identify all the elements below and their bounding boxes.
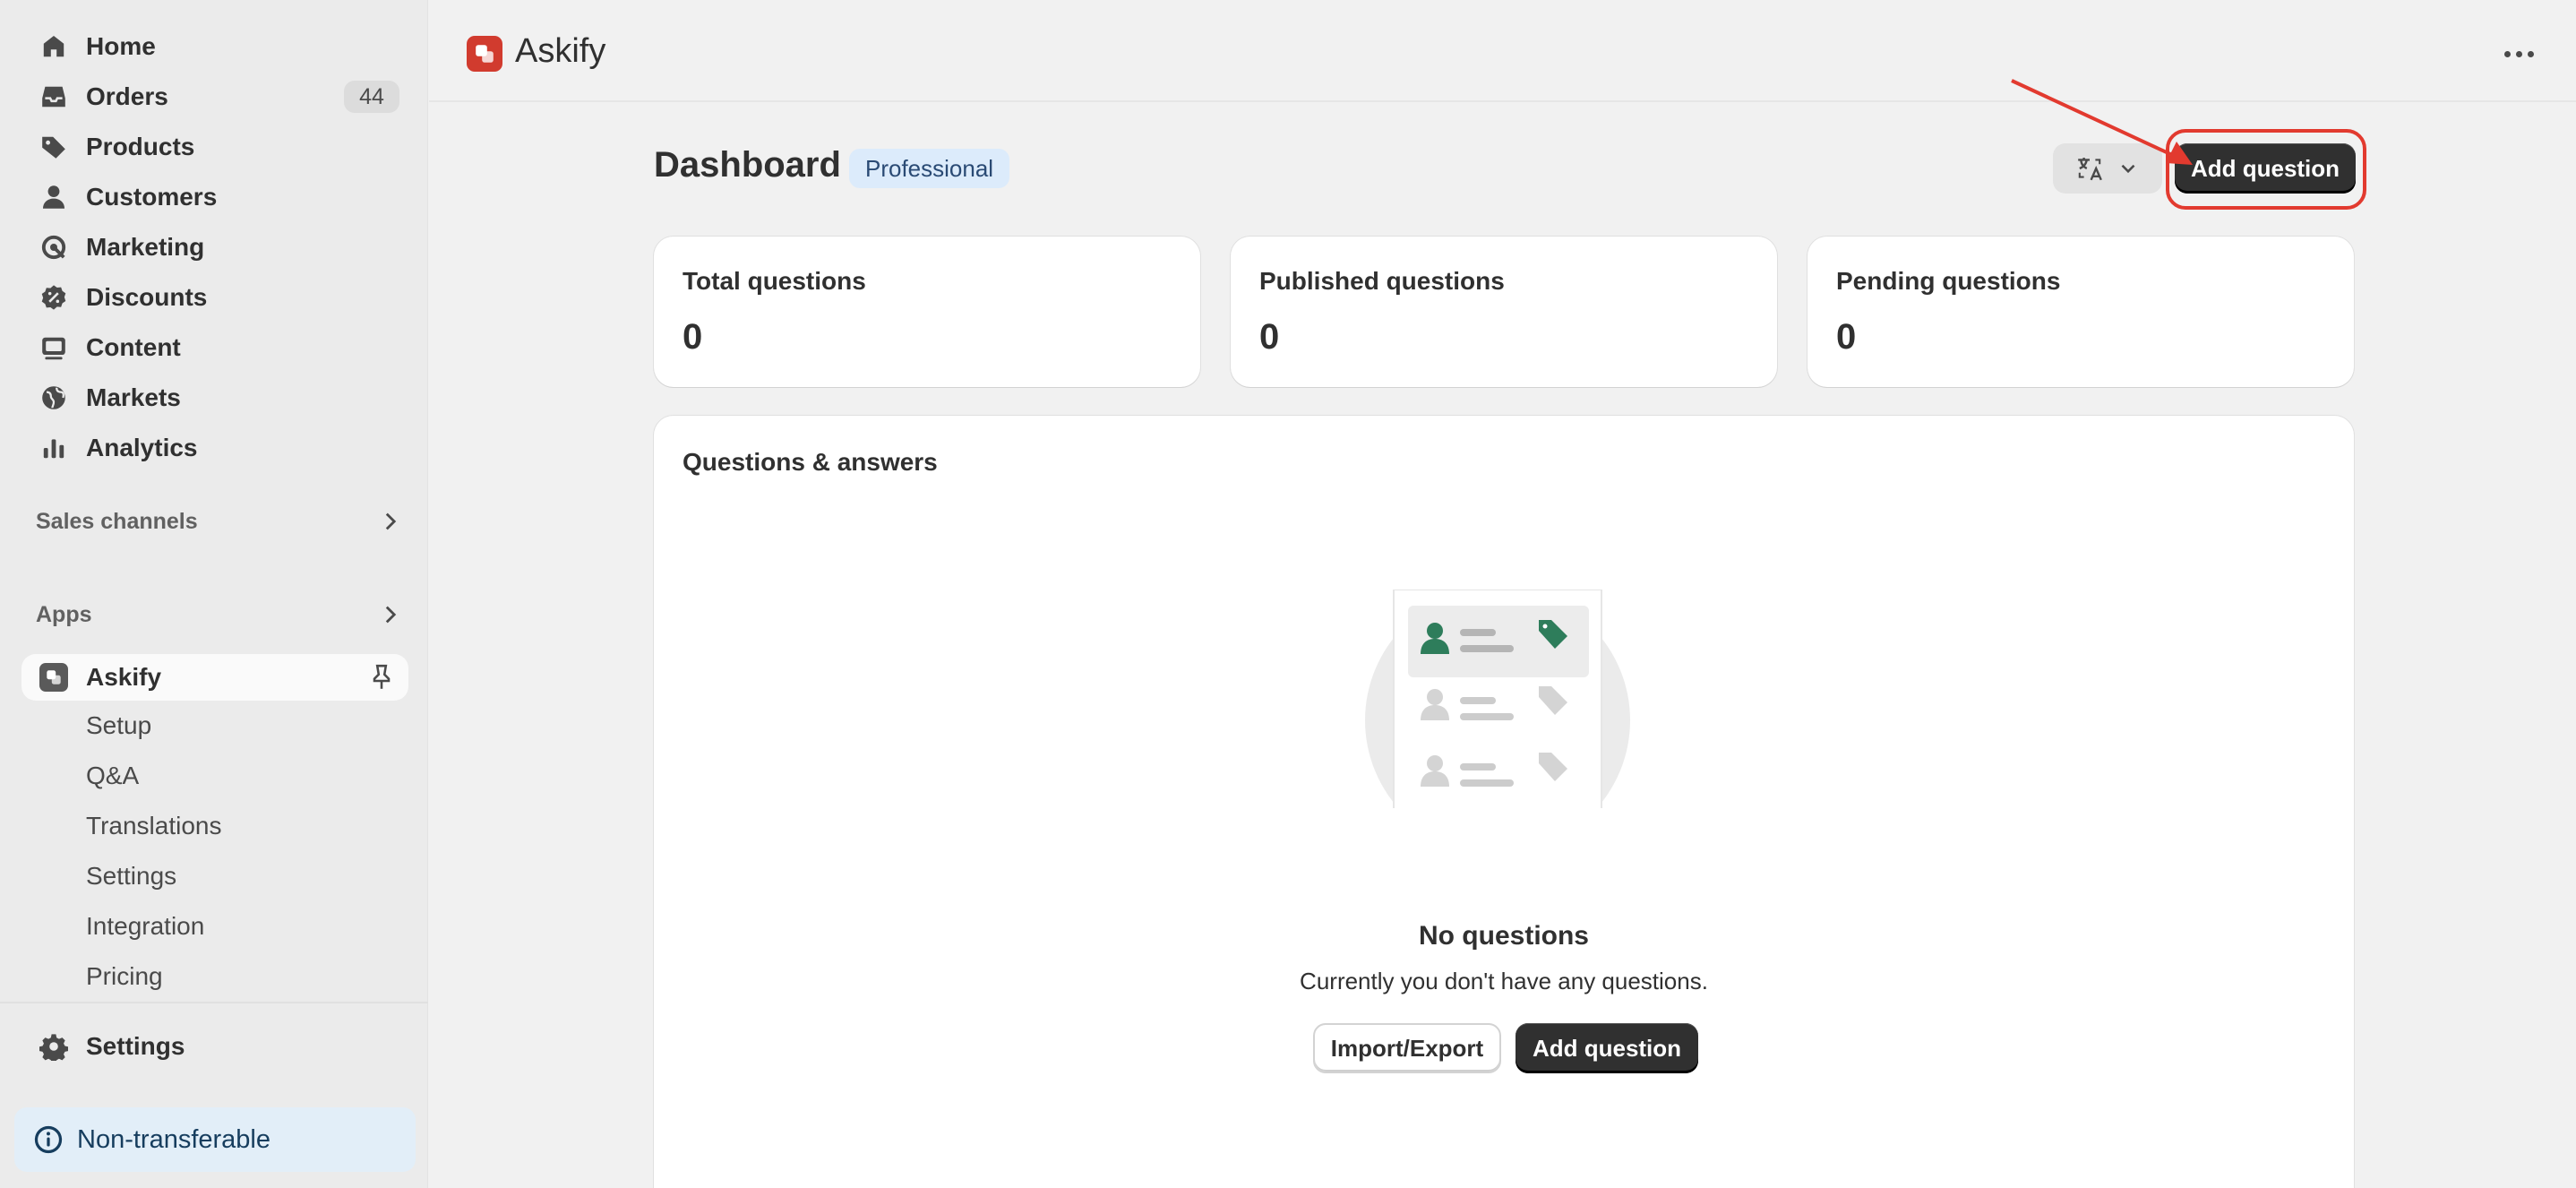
- person-icon: [32, 176, 75, 219]
- sidebar-item-label: Markets: [86, 383, 181, 411]
- chevron-right-icon: [385, 512, 397, 530]
- non-transferable-label: Non-transferable: [77, 1124, 270, 1154]
- gear-icon: [32, 1025, 75, 1068]
- sidebar-item-content[interactable]: Content: [21, 324, 408, 371]
- askify-logo: [467, 36, 502, 72]
- sidebar-item-label: Products: [86, 133, 195, 160]
- language-selector[interactable]: [2053, 143, 2162, 194]
- sidebar-subitem-setup[interactable]: Setup: [86, 704, 151, 747]
- sidebar-item-orders[interactable]: Orders 44: [21, 73, 408, 120]
- sidebar-subitem-qa[interactable]: Q&A: [86, 754, 139, 797]
- questions-answers-card: Questions & answers No questions Current…: [654, 416, 2354, 1188]
- sidebar-divider: [0, 1002, 428, 1003]
- translate-icon: [2078, 158, 2102, 181]
- home-icon: [32, 25, 75, 68]
- sidebar-item-products[interactable]: Products: [21, 124, 408, 170]
- apps-label: Apps: [36, 601, 92, 627]
- sidebar-item-label: Discounts: [86, 283, 208, 311]
- empty-state-illustration: [1363, 590, 1632, 837]
- stat-card-total: Total questions 0: [654, 237, 1200, 387]
- sidebar-item-home[interactable]: Home: [21, 23, 408, 70]
- sidebar-item-label: Orders: [86, 82, 168, 110]
- stat-value: 0: [1259, 317, 1280, 357]
- stat-card-published: Published questions 0: [1231, 237, 1777, 387]
- page-title: Dashboard: [654, 145, 841, 185]
- globe-icon: [32, 376, 75, 419]
- image-icon: [32, 326, 75, 369]
- stat-card-pending: Pending questions 0: [1807, 237, 2354, 387]
- sidebar-item-settings[interactable]: Settings: [21, 1023, 408, 1070]
- sidebar-item-label: Askify: [86, 663, 162, 691]
- empty-state-title: No questions: [1418, 921, 1589, 951]
- askify-app-icon: [32, 656, 75, 699]
- chevron-right-icon: [385, 606, 397, 624]
- stat-label: Published questions: [1259, 267, 1505, 295]
- sales-channels-section[interactable]: Sales channels: [36, 504, 412, 539]
- stat-label: Pending questions: [1836, 267, 2061, 295]
- sidebar-item-label: Customers: [86, 183, 218, 211]
- bar-chart-icon: [32, 426, 75, 469]
- info-icon: [34, 1125, 63, 1154]
- sidebar-item-marketing[interactable]: Marketing: [21, 224, 408, 271]
- add-question-empty-button[interactable]: Add question: [1516, 1023, 1698, 1073]
- sidebar-item-label: Content: [86, 333, 181, 361]
- orders-count-badge: 44: [344, 81, 399, 113]
- sidebar-item-askify[interactable]: Askify: [21, 654, 408, 701]
- sidebar-item-discounts[interactable]: Discounts: [21, 274, 408, 321]
- sidebar: Home Orders 44 Products Customers Market…: [0, 0, 428, 1188]
- plan-badge: Professional: [849, 149, 1010, 188]
- sidebar-item-analytics[interactable]: Analytics: [21, 425, 408, 471]
- app-topbar: Askify: [429, 0, 2576, 102]
- sidebar-subitem-pricing[interactable]: Pricing: [86, 955, 163, 998]
- inbox-icon: [32, 75, 75, 118]
- pin-icon[interactable]: [367, 663, 396, 692]
- target-icon: [32, 226, 75, 269]
- sidebar-item-markets[interactable]: Markets: [21, 374, 408, 421]
- sidebar-subitem-integration[interactable]: Integration: [86, 905, 204, 948]
- more-options-icon[interactable]: [2499, 38, 2538, 70]
- card-title: Questions & answers: [683, 448, 938, 476]
- app-title: Askify: [515, 32, 606, 70]
- stat-value: 0: [683, 317, 703, 357]
- sidebar-item-label: Settings: [86, 1032, 185, 1060]
- stat-value: 0: [1836, 317, 1857, 357]
- sidebar-item-customers[interactable]: Customers: [21, 174, 408, 220]
- stat-label: Total questions: [683, 267, 866, 295]
- sales-channels-label: Sales channels: [36, 508, 198, 534]
- tag-icon: [32, 125, 75, 168]
- apps-section[interactable]: Apps: [36, 597, 412, 633]
- chevron-down-icon: [2121, 164, 2135, 174]
- add-question-button[interactable]: Add question: [2175, 143, 2356, 194]
- discount-icon: [32, 276, 75, 319]
- sidebar-item-label: Home: [86, 32, 156, 60]
- sidebar-subitem-settings[interactable]: Settings: [86, 855, 176, 898]
- sidebar-item-label: Marketing: [86, 233, 205, 261]
- import-export-button[interactable]: Import/Export: [1313, 1023, 1501, 1073]
- non-transferable-banner[interactable]: Non-transferable: [14, 1107, 416, 1172]
- sidebar-subitem-translations[interactable]: Translations: [86, 805, 221, 848]
- empty-state-description: Currently you don't have any questions.: [1300, 968, 1708, 994]
- sidebar-item-label: Analytics: [86, 434, 198, 461]
